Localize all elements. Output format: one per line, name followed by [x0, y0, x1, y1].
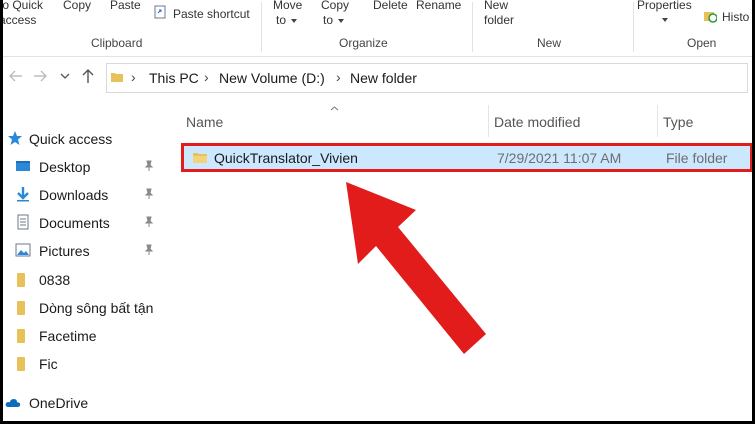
- pictures-icon: [15, 243, 31, 257]
- nav-item-onedrive[interactable]: OneDrive: [3, 390, 165, 416]
- back-arrow-icon[interactable]: [9, 70, 23, 82]
- file-date-modified: 7/29/2021 11:07 AM: [497, 150, 622, 166]
- chevron-down-icon: [662, 18, 668, 22]
- nav-item-pictures[interactable]: Pictures: [3, 238, 165, 264]
- chevron-down-icon: [291, 18, 298, 23]
- documents-icon: [17, 214, 29, 230]
- forward-arrow-icon[interactable]: [33, 70, 47, 82]
- folder-icon: [17, 301, 25, 315]
- column-divider[interactable]: [657, 105, 658, 137]
- folder-icon: [17, 357, 25, 371]
- ribbon-divider: [261, 2, 262, 52]
- chevron-down-icon: [338, 18, 345, 23]
- nav-label: OneDrive: [29, 395, 89, 411]
- desktop-icon: [16, 161, 30, 171]
- pin-icon[interactable]: [143, 188, 155, 200]
- red-arrow-annotation: [346, 182, 486, 354]
- file-type: File folder: [666, 150, 728, 166]
- pin-to-quick-access-label: access: [3, 13, 37, 27]
- nav-label: Downloads: [39, 187, 109, 203]
- download-icon: [17, 187, 29, 202]
- folder-icon: [17, 329, 25, 343]
- copy-to-label: to: [323, 13, 334, 27]
- new-group-label: New: [537, 36, 562, 50]
- column-header-name[interactable]: Name: [186, 114, 223, 130]
- cloud-icon: [5, 399, 21, 407]
- star-icon: [8, 131, 22, 145]
- navigation-pane: Quick access Desktop Downloads Documents…: [3, 117, 165, 421]
- pin-icon[interactable]: [143, 160, 155, 172]
- up-arrow-icon[interactable]: [82, 68, 94, 84]
- paste-button[interactable]: Paste: [110, 0, 141, 12]
- nav-item-downloads[interactable]: Downloads: [3, 182, 165, 208]
- nav-label: 0838: [39, 272, 71, 288]
- column-header-type[interactable]: Type: [663, 114, 693, 130]
- nav-label: Pictures: [39, 243, 90, 259]
- paste-shortcut-icon: [154, 5, 166, 19]
- nav-item-0838[interactable]: 0838: [3, 267, 165, 293]
- nav-label: Quick access: [29, 131, 113, 147]
- pin-icon[interactable]: [143, 244, 155, 256]
- file-name: QuickTranslator_Vivien: [214, 150, 358, 166]
- sort-ascending-icon: [330, 106, 339, 111]
- copy-button[interactable]: Copy: [63, 0, 91, 12]
- pin-icon[interactable]: [143, 216, 155, 228]
- paste-shortcut-button[interactable]: Paste shortcut: [173, 7, 250, 21]
- address-toolbar: › This PC › New Volume (D:) › New folder: [3, 57, 752, 97]
- breadcrumb-new-folder[interactable]: New folder: [350, 70, 417, 86]
- nav-item-desktop[interactable]: Desktop: [3, 154, 165, 180]
- nav-label: Fic: [39, 356, 58, 372]
- folder-icon: [111, 73, 123, 82]
- recent-locations-chevron-icon[interactable]: [60, 73, 70, 79]
- column-header-date-modified[interactable]: Date modified: [494, 114, 580, 130]
- history-icon: [704, 12, 717, 23]
- nav-item-quick-access[interactable]: Quick access: [3, 126, 165, 152]
- new-folder-button[interactable]: New: [484, 0, 508, 12]
- nav-label: Dòng sông bất tận: [39, 300, 154, 316]
- column-divider[interactable]: [488, 105, 489, 137]
- nav-item-facetime[interactable]: Facetime: [3, 323, 165, 349]
- move-to-button[interactable]: Move: [273, 0, 302, 12]
- ribbon: to Quick access Copy Paste Paste shortcu…: [3, 0, 752, 57]
- move-to-label: to: [276, 13, 287, 27]
- nav-item-documents[interactable]: Documents: [3, 210, 165, 236]
- ribbon-divider: [633, 2, 634, 52]
- properties-button[interactable]: Properties: [637, 0, 692, 12]
- nav-label: Documents: [39, 215, 110, 231]
- open-group-label: Open: [687, 36, 717, 50]
- copy-to-button[interactable]: Copy: [321, 0, 349, 12]
- history-button[interactable]: Histo: [722, 10, 749, 24]
- nav-label: Desktop: [39, 159, 91, 175]
- nav-label: Facetime: [39, 328, 97, 344]
- breadcrumb-separator-icon: ›: [336, 69, 341, 85]
- clipboard-group-label: Clipboard: [91, 36, 143, 50]
- breadcrumb-separator-icon: ›: [204, 69, 209, 85]
- pin-to-quick-access-button[interactable]: to Quick: [3, 0, 43, 12]
- breadcrumb-this-pc[interactable]: This PC: [149, 70, 199, 86]
- folder-icon: [193, 153, 207, 163]
- delete-button[interactable]: Delete: [373, 0, 408, 12]
- table-row-selected[interactable]: QuickTranslator_Vivien 7/29/2021 11:07 A…: [181, 143, 752, 172]
- file-explorer-window: to Quick access Copy Paste Paste shortcu…: [3, 0, 752, 421]
- file-list: Name Date modified Type QuickTranslator_…: [166, 97, 752, 421]
- rename-button[interactable]: Rename: [416, 0, 461, 12]
- breadcrumb-new-volume[interactable]: New Volume (D:): [219, 70, 325, 86]
- address-bar[interactable]: [106, 63, 748, 93]
- folder-icon: [17, 273, 25, 287]
- organize-group-label: Organize: [339, 36, 388, 50]
- new-folder-label: folder: [484, 13, 515, 27]
- ribbon-divider: [472, 2, 473, 52]
- nav-item-dong-song-bat-tan[interactable]: Dòng sông bất tận: [3, 295, 165, 321]
- nav-item-fic[interactable]: Fic: [3, 351, 165, 377]
- breadcrumb-separator-icon: ›: [131, 69, 136, 85]
